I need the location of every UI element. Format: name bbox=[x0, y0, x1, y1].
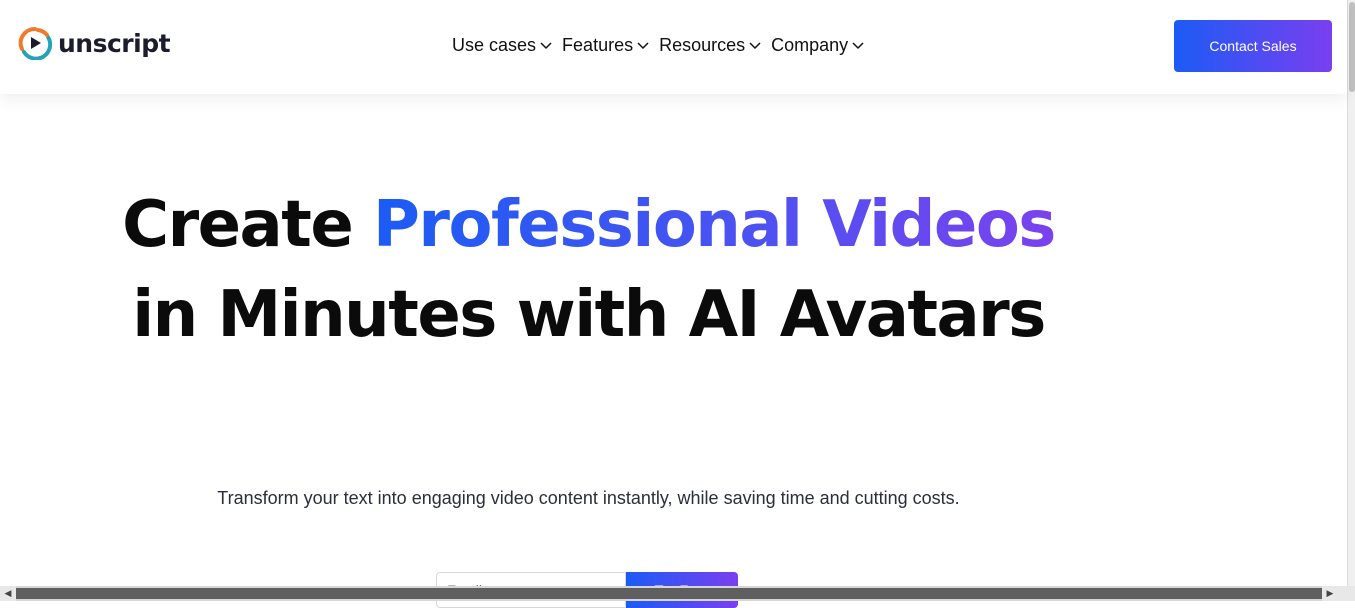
chevron-down-icon bbox=[540, 41, 552, 49]
scroll-right-arrow-icon[interactable]: ▶ bbox=[1322, 586, 1338, 601]
contact-sales-button[interactable]: Contact Sales bbox=[1174, 20, 1332, 72]
nav-use-cases-label: Use cases bbox=[452, 35, 537, 55]
nav-features-label: Features bbox=[562, 35, 634, 55]
chevron-down-icon bbox=[749, 41, 761, 49]
nav-company[interactable]: Company bbox=[771, 35, 865, 56]
top-navigation-bar: unscript Use cases Features Resources Co… bbox=[0, 0, 1347, 94]
hero-title-line-2: in Minutes with AI Avatars bbox=[132, 278, 1046, 352]
play-circle-icon bbox=[18, 26, 52, 60]
scroll-left-arrow-icon[interactable]: ◀ bbox=[0, 586, 16, 601]
main-nav: Use cases Features Resources Company bbox=[452, 35, 865, 56]
horizontal-scrollbar-thumb[interactable] bbox=[16, 588, 1322, 599]
brand-logo[interactable]: unscript bbox=[18, 26, 171, 60]
nav-resources[interactable]: Resources bbox=[659, 35, 762, 56]
nav-company-label: Company bbox=[771, 35, 849, 55]
chevron-down-icon bbox=[637, 41, 649, 49]
horizontal-scrollbar[interactable]: ◀ ▶ bbox=[0, 586, 1355, 601]
hero-title-line-1: Create Professional Videos bbox=[0, 180, 1177, 270]
nav-features[interactable]: Features bbox=[562, 35, 650, 56]
scrollbar-corner bbox=[1338, 586, 1355, 601]
nav-resources-label: Resources bbox=[659, 35, 746, 55]
vertical-scrollbar[interactable] bbox=[1347, 0, 1355, 586]
vertical-scrollbar-thumb[interactable] bbox=[1349, 2, 1355, 92]
hero-title-highlight: Professional Videos bbox=[373, 188, 1056, 262]
hero-title-plain: Create bbox=[122, 188, 374, 262]
hero-subtitle: Transform your text into engaging video … bbox=[217, 488, 960, 508]
hero-section: Create Professional Videos in Minutes wi… bbox=[0, 180, 1177, 360]
chevron-down-icon bbox=[852, 41, 864, 49]
brand-name: unscript bbox=[58, 28, 171, 58]
nav-use-cases[interactable]: Use cases bbox=[452, 35, 553, 56]
